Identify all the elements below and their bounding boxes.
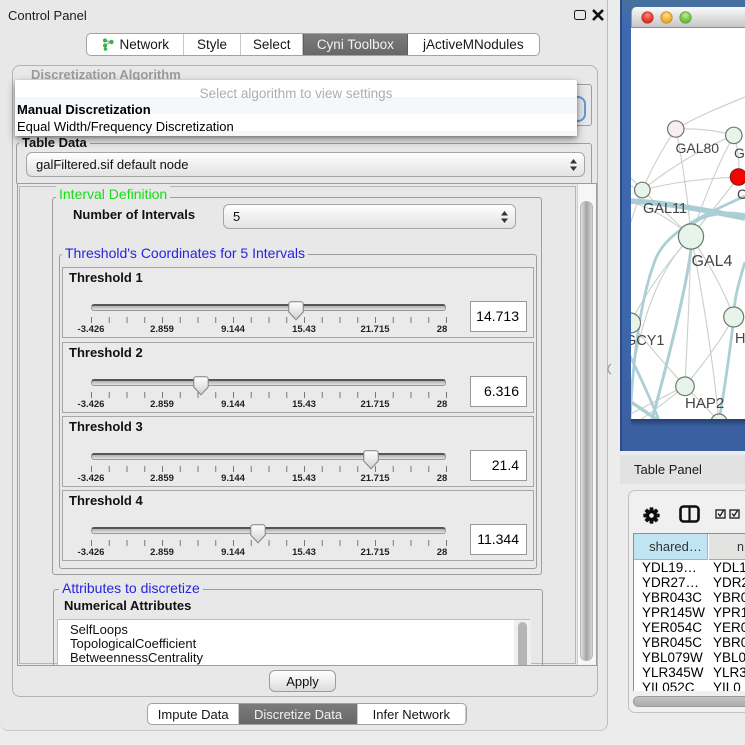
svg-text:C: C — [737, 186, 745, 202]
svg-text:GAL11: GAL11 — [643, 201, 687, 217]
svg-text:GCY1: GCY1 — [631, 333, 665, 349]
svg-text:HAP2: HAP2 — [685, 395, 724, 412]
svg-text:GA: GA — [734, 145, 745, 161]
svg-text:GAL4: GAL4 — [692, 253, 733, 270]
svg-text:GAL80: GAL80 — [676, 140, 720, 156]
svg-text:HI: HI — [735, 331, 745, 347]
